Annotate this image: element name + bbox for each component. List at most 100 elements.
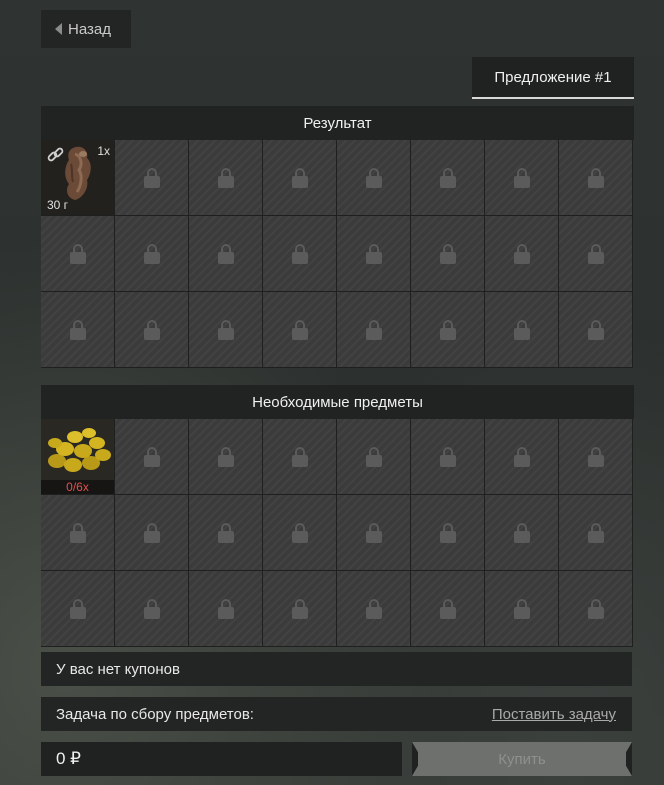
buy-button[interactable]: Купить <box>412 742 632 776</box>
lock-icon <box>217 446 234 467</box>
locked-slot <box>485 419 559 495</box>
coins-icon <box>48 428 111 472</box>
lock-icon <box>291 598 308 619</box>
locked-slot <box>189 419 263 495</box>
lock-icon <box>513 522 530 543</box>
result-section-title: Результат <box>41 106 634 140</box>
locked-slot <box>41 292 115 368</box>
price-display: 0 ₽ <box>41 742 402 776</box>
task-bar: Задача по сбору предметов: Поставить зад… <box>41 697 632 731</box>
locked-slot <box>41 495 115 571</box>
lock-icon <box>513 167 530 188</box>
required-item-slot[interactable]: 0/6x <box>41 419 115 495</box>
lock-icon <box>69 243 86 264</box>
lock-icon <box>143 598 160 619</box>
lock-icon <box>365 598 382 619</box>
locked-slot <box>263 571 337 647</box>
task-label: Задача по сбору предметов: <box>56 705 254 723</box>
locked-slot <box>559 571 633 647</box>
lock-icon <box>513 243 530 264</box>
lock-icon <box>291 167 308 188</box>
required-grid: 0/6x <box>41 419 633 647</box>
lock-icon <box>439 446 456 467</box>
lock-icon <box>291 446 308 467</box>
lock-icon <box>143 446 160 467</box>
lock-icon <box>143 522 160 543</box>
lock-icon <box>143 167 160 188</box>
lock-icon <box>439 167 456 188</box>
locked-slot <box>411 216 485 292</box>
locked-slot <box>263 140 337 216</box>
locked-slot <box>485 495 559 571</box>
locked-slot <box>41 571 115 647</box>
locked-slot <box>559 140 633 216</box>
locked-slot <box>189 495 263 571</box>
lock-icon <box>365 243 382 264</box>
locked-slot <box>559 495 633 571</box>
required-section-title: Необходимые предметы <box>41 385 634 419</box>
lock-icon <box>439 598 456 619</box>
locked-slot <box>485 140 559 216</box>
lock-icon <box>69 522 86 543</box>
lock-icon <box>217 319 234 340</box>
locked-slot <box>411 495 485 571</box>
locked-slot <box>263 216 337 292</box>
locked-slot <box>115 216 189 292</box>
locked-slot <box>115 495 189 571</box>
tab-offer-1[interactable]: Предложение #1 <box>472 57 634 99</box>
lock-icon <box>143 319 160 340</box>
result-item-weight: 30 г <box>47 198 69 212</box>
lock-icon <box>217 522 234 543</box>
locked-slot <box>559 216 633 292</box>
locked-slot <box>559 292 633 368</box>
lock-icon <box>143 243 160 264</box>
locked-slot <box>485 216 559 292</box>
lock-icon <box>587 446 604 467</box>
buy-button-notch-left <box>412 742 418 776</box>
lock-icon <box>217 167 234 188</box>
locked-slot <box>485 571 559 647</box>
locked-slot <box>411 292 485 368</box>
required-item-count: 0/6x <box>41 480 114 494</box>
locked-slot <box>337 495 411 571</box>
lock-icon <box>217 598 234 619</box>
locked-slot <box>337 419 411 495</box>
lock-icon <box>513 598 530 619</box>
lock-icon <box>513 446 530 467</box>
set-task-link[interactable]: Поставить задачу <box>492 706 616 723</box>
locked-slot <box>263 495 337 571</box>
locked-slot <box>189 571 263 647</box>
lock-icon <box>217 243 234 264</box>
coupon-status: У вас нет купонов <box>41 652 632 686</box>
back-button-label: Назад <box>68 20 111 38</box>
locked-slot <box>337 292 411 368</box>
lock-icon <box>587 243 604 264</box>
locked-slot <box>115 292 189 368</box>
lock-icon <box>365 319 382 340</box>
lock-icon <box>439 243 456 264</box>
locked-slot <box>337 216 411 292</box>
locked-slot <box>189 216 263 292</box>
lock-icon <box>587 319 604 340</box>
locked-slot <box>411 140 485 216</box>
lock-icon <box>365 522 382 543</box>
lock-icon <box>513 319 530 340</box>
locked-slot <box>485 292 559 368</box>
locked-slot <box>559 419 633 495</box>
locked-slot <box>337 140 411 216</box>
locked-slot <box>115 140 189 216</box>
lock-icon <box>365 167 382 188</box>
lock-icon <box>69 319 86 340</box>
lock-icon <box>69 598 86 619</box>
lock-icon <box>291 319 308 340</box>
buy-button-label: Купить <box>498 750 546 768</box>
meat-icon <box>65 146 91 200</box>
lock-icon <box>587 167 604 188</box>
locked-slot <box>41 216 115 292</box>
buy-button-notch-right <box>626 742 632 776</box>
lock-icon <box>439 522 456 543</box>
lock-icon <box>291 522 308 543</box>
result-item-slot[interactable]: 1x 30 г <box>41 140 115 216</box>
back-button[interactable]: Назад <box>41 10 131 48</box>
locked-slot <box>115 419 189 495</box>
